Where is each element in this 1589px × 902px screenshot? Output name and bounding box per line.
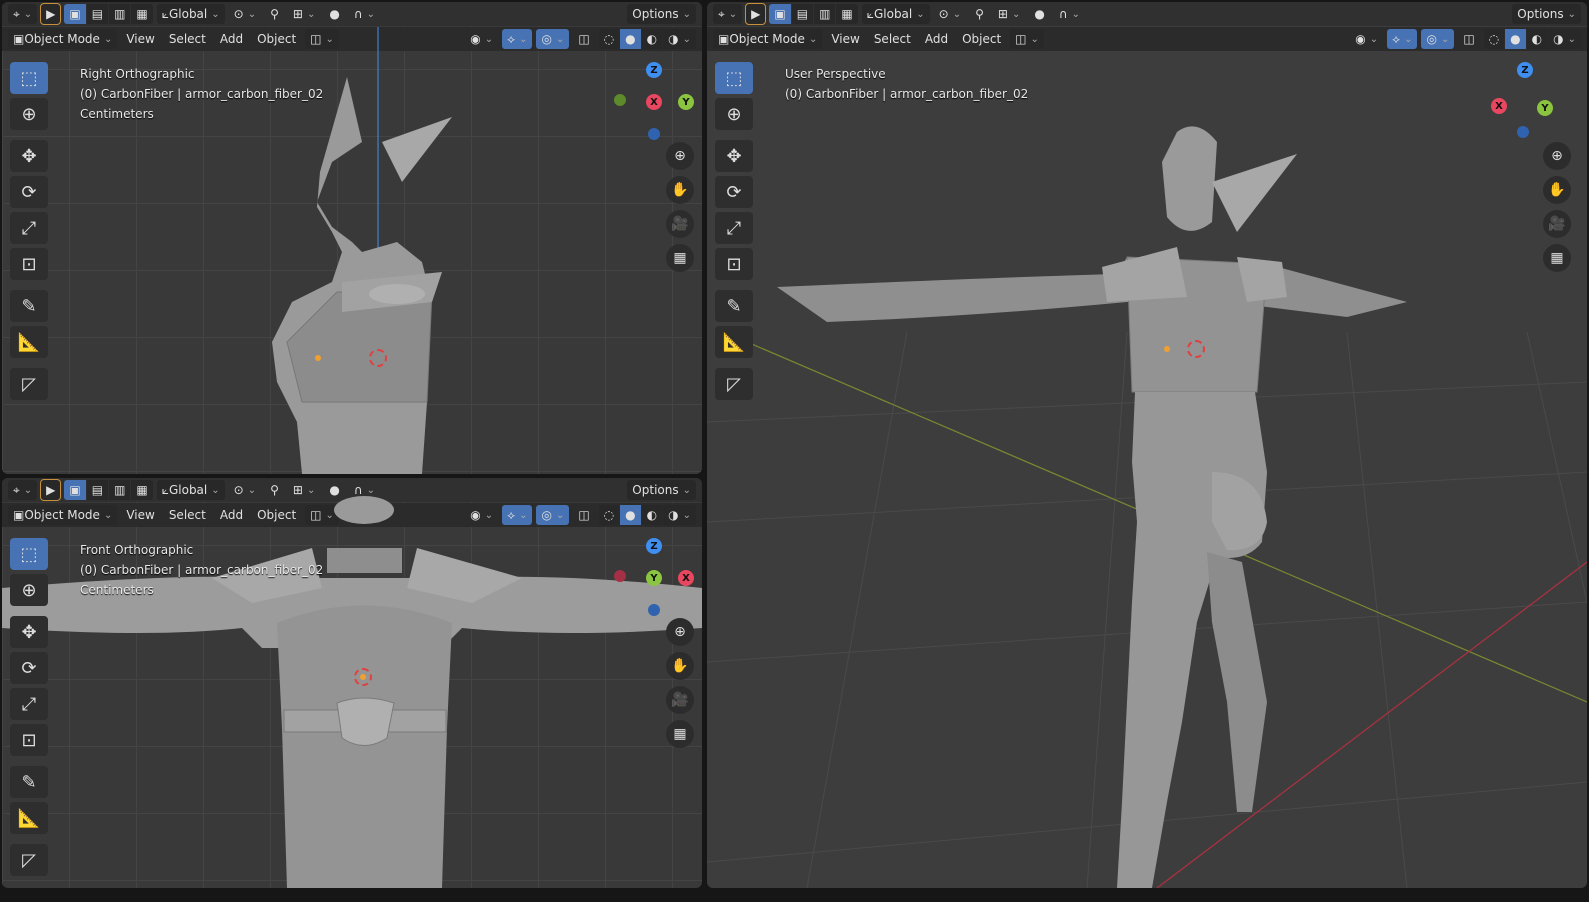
viewport-front-ortho[interactable]: ⌖ ▶ ▣ ▤ ▥ ▦ ⟀ Global ⊙ ⚲ ⊞ ● ∩ Options ▣… (2, 478, 702, 888)
transform-icon[interactable]: ⊡ (10, 724, 48, 756)
gizmo-axis-x[interactable]: X (646, 94, 662, 110)
select-box-icon[interactable]: ⬚ (715, 62, 753, 94)
annotate-icon[interactable]: ✎ (715, 290, 753, 322)
viewport-right-ortho[interactable]: ⌖ ▶ ▣ ▤ ▥ ▦ ⟀ Global ⊙ ⚲ ⊞ ● ∩ Options ▣… (2, 2, 702, 474)
3d-cursor (369, 349, 387, 367)
viewport-info: Right Orthographic (0) CarbonFiber | arm… (80, 64, 323, 124)
object-origin (315, 355, 321, 361)
measure-icon[interactable]: 📐 (10, 326, 48, 358)
scale-icon[interactable]: ⤢ (10, 212, 48, 244)
navigation-gizmo[interactable]: Z X Y (1487, 58, 1577, 148)
collection-name: (0) CarbonFiber | armor_carbon_fiber_02 (785, 87, 1029, 101)
add-cube-icon[interactable]: ◸ (715, 368, 753, 400)
viewport-info: User Perspective (0) CarbonFiber | armor… (785, 64, 1028, 104)
gizmo-axis-neg-y[interactable] (614, 94, 626, 106)
transform-icon[interactable]: ⊡ (715, 248, 753, 280)
move-icon[interactable]: ✥ (10, 140, 48, 172)
zoom-icon[interactable]: ⊕ (666, 142, 694, 170)
camera-icon[interactable]: 🎥 (666, 210, 694, 238)
transform-icon[interactable]: ⊡ (10, 248, 48, 280)
cursor-icon[interactable]: ⊕ (715, 98, 753, 130)
gizmo-axis-x[interactable]: X (1491, 98, 1507, 114)
pan-hand-icon[interactable]: ✋ (666, 176, 694, 204)
toolbar: ⬚ ⊕ ✥ ⟳ ⤢ ⊡ ✎ 📐 ◸ (10, 62, 50, 400)
add-cube-icon[interactable]: ◸ (10, 368, 48, 400)
scale-icon[interactable]: ⤢ (715, 212, 753, 244)
toolbar: ⬚ ⊕ ✥ ⟳ ⤢ ⊡ ✎ 📐 ◸ (10, 538, 50, 876)
collection-name: (0) CarbonFiber | armor_carbon_fiber_02 (80, 87, 324, 101)
navigation-buttons: ⊕ ✋ 🎥 ▦ (666, 618, 694, 748)
rotate-icon[interactable]: ⟳ (10, 176, 48, 208)
move-icon[interactable]: ✥ (10, 616, 48, 648)
gizmo-axis-neg-z[interactable] (1517, 126, 1529, 138)
rotate-icon[interactable]: ⟳ (715, 176, 753, 208)
gizmo-axis-y[interactable]: Y (1537, 100, 1553, 116)
navigation-buttons: ⊕ ✋ 🎥 ▦ (1543, 142, 1571, 272)
gizmo-axis-neg-z[interactable] (648, 604, 660, 616)
gizmo-axis-z[interactable]: Z (646, 62, 662, 78)
gizmo-axis-z[interactable]: Z (646, 538, 662, 554)
zoom-icon[interactable]: ⊕ (666, 618, 694, 646)
gizmo-axis-z[interactable]: Z (1517, 62, 1533, 78)
gizmo-axis-neg-z[interactable] (648, 128, 660, 140)
viewport-user-perspective[interactable]: ⌖ ▶ ▣ ▤ ▥ ▦ ⟀ Global ⊙ ⚲ ⊞ ● ∩ Options ▣… (707, 2, 1587, 888)
grid-icon[interactable]: ▦ (666, 720, 694, 748)
perspective-grid-icon[interactable]: ▦ (1543, 244, 1571, 272)
pan-hand-icon[interactable]: ✋ (666, 652, 694, 680)
rotate-icon[interactable]: ⟳ (10, 652, 48, 684)
collection-name: (0) CarbonFiber | armor_carbon_fiber_02 (80, 563, 324, 577)
annotate-icon[interactable]: ✎ (10, 766, 48, 798)
grid-icon[interactable]: ▦ (666, 244, 694, 272)
scale-icon[interactable]: ⤢ (10, 688, 48, 720)
toolbar: ⬚ ⊕ ✥ ⟳ ⤢ ⊡ ✎ 📐 ◸ (715, 62, 755, 400)
cursor-icon[interactable]: ⊕ (10, 574, 48, 606)
3d-cursor (1187, 340, 1205, 358)
object-origin (360, 674, 366, 680)
perspective-scene[interactable] (707, 2, 1587, 888)
cursor-icon[interactable]: ⊕ (10, 98, 48, 130)
annotate-icon[interactable]: ✎ (10, 290, 48, 322)
gizmo-axis-neg-x[interactable] (614, 570, 626, 582)
view-name: User Perspective (785, 67, 886, 81)
add-cube-icon[interactable]: ◸ (10, 844, 48, 876)
gizmo-axis-y[interactable]: Y (678, 94, 694, 110)
object-origin (1164, 346, 1170, 352)
navigation-gizmo[interactable]: Z X Y (612, 58, 702, 148)
pan-hand-icon[interactable]: ✋ (1543, 176, 1571, 204)
navigation-buttons: ⊕ ✋ 🎥 ▦ (666, 142, 694, 272)
camera-icon[interactable]: 🎥 (1543, 210, 1571, 238)
select-box-icon[interactable]: ⬚ (10, 538, 48, 570)
camera-icon[interactable]: 🎥 (666, 686, 694, 714)
units-label: Centimeters (80, 107, 154, 121)
gizmo-axis-y[interactable]: Y (646, 570, 662, 586)
character-mesh-perspective[interactable] (777, 126, 1407, 888)
view-name: Front Orthographic (80, 543, 194, 557)
view-name: Right Orthographic (80, 67, 195, 81)
move-icon[interactable]: ✥ (715, 140, 753, 172)
units-label: Centimeters (80, 583, 154, 597)
viewport-info: Front Orthographic (0) CarbonFiber | arm… (80, 540, 323, 600)
gizmo-axis-x[interactable]: X (678, 570, 694, 586)
select-box-icon[interactable]: ⬚ (10, 62, 48, 94)
navigation-gizmo[interactable]: Z Y X (612, 534, 702, 624)
measure-icon[interactable]: 📐 (10, 802, 48, 834)
zoom-icon[interactable]: ⊕ (1543, 142, 1571, 170)
measure-icon[interactable]: 📐 (715, 326, 753, 358)
